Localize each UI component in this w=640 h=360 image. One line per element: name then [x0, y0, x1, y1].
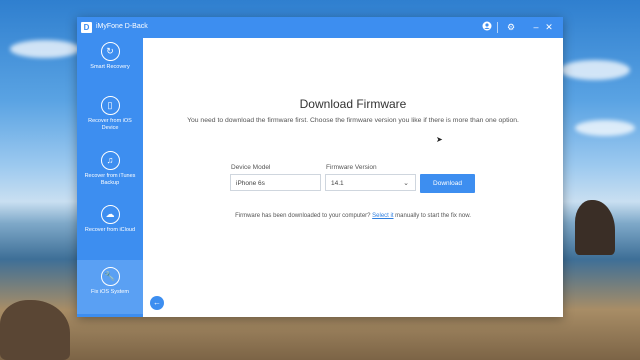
note-suffix: manually to start the fix now.: [393, 213, 471, 219]
title-bar: D iMyFone D-Back ⚙ – ✕: [77, 17, 563, 38]
settings-icon[interactable]: ⚙: [505, 21, 517, 33]
sidebar-item-label: Smart Recovery: [90, 64, 130, 70]
itunes-icon: ♫: [100, 151, 120, 170]
smart-recovery-icon: ↻: [100, 42, 120, 61]
sidebar-item-smart-recovery[interactable]: ↻ Smart Recovery: [77, 42, 143, 96]
sidebar-item-label: Fix iOS System: [91, 289, 129, 295]
back-button[interactable]: ←: [150, 296, 164, 310]
sidebar-item-itunes-backup[interactable]: ♫ Recover from iTunes Backup: [77, 151, 143, 205]
sidebar-item-ios-device[interactable]: ▯ Recover from iOS Device: [77, 96, 143, 150]
icloud-icon: ☁: [100, 205, 120, 224]
firmware-note: Firmware has been downloaded to your com…: [143, 213, 563, 219]
desktop-rock: [0, 300, 70, 360]
desktop-cloud: [575, 120, 635, 136]
sidebar-item-label: Recover from iTunes Backup: [84, 173, 136, 186]
app-title: iMyFone D-Back: [96, 23, 148, 30]
account-icon[interactable]: [481, 21, 493, 33]
firmware-version-value: 14.1: [331, 180, 344, 187]
desktop-cloud: [10, 40, 80, 58]
download-button[interactable]: Download: [420, 174, 475, 193]
arrow-left-icon: ←: [153, 298, 161, 307]
device-model-label: Device Model: [231, 164, 271, 171]
page-description: You need to download the firmware first.…: [187, 117, 519, 124]
device-model-field[interactable]: iPhone 6s: [230, 174, 321, 191]
select-it-link[interactable]: Select it: [372, 213, 393, 219]
firmware-version-label: Firmware Version: [326, 164, 377, 171]
wrench-icon: 🔧: [100, 267, 120, 286]
sidebar-item-label: Recover from iCloud: [84, 227, 136, 233]
sidebar-item-fix-ios-system[interactable]: 🔧 Fix iOS System: [77, 260, 143, 314]
device-icon: ▯: [100, 96, 120, 115]
page-title: Download Firmware: [299, 97, 407, 111]
note-prefix: Firmware has been downloaded to your com…: [235, 213, 373, 219]
firmware-version-select[interactable]: 14.1 ⌄: [325, 174, 416, 191]
minimize-icon[interactable]: –: [530, 21, 542, 33]
chevron-down-icon: ⌄: [403, 180, 409, 187]
app-window: D iMyFone D-Back ⚙ – ✕ ↻ Smart Recovery …: [77, 17, 563, 317]
sidebar-item-label: Recover from iOS Device: [88, 118, 132, 131]
app-logo: D: [81, 22, 92, 33]
sidebar-item-icloud[interactable]: ☁ Recover from iCloud: [77, 205, 143, 259]
desktop-rock: [575, 200, 615, 255]
sidebar: ↻ Smart Recovery ▯ Recover from iOS Devi…: [77, 38, 143, 317]
close-icon[interactable]: ✕: [543, 21, 555, 33]
desktop-cloud: [560, 60, 630, 80]
titlebar-divider: [497, 22, 498, 33]
mouse-cursor-icon: ➤: [436, 135, 443, 144]
